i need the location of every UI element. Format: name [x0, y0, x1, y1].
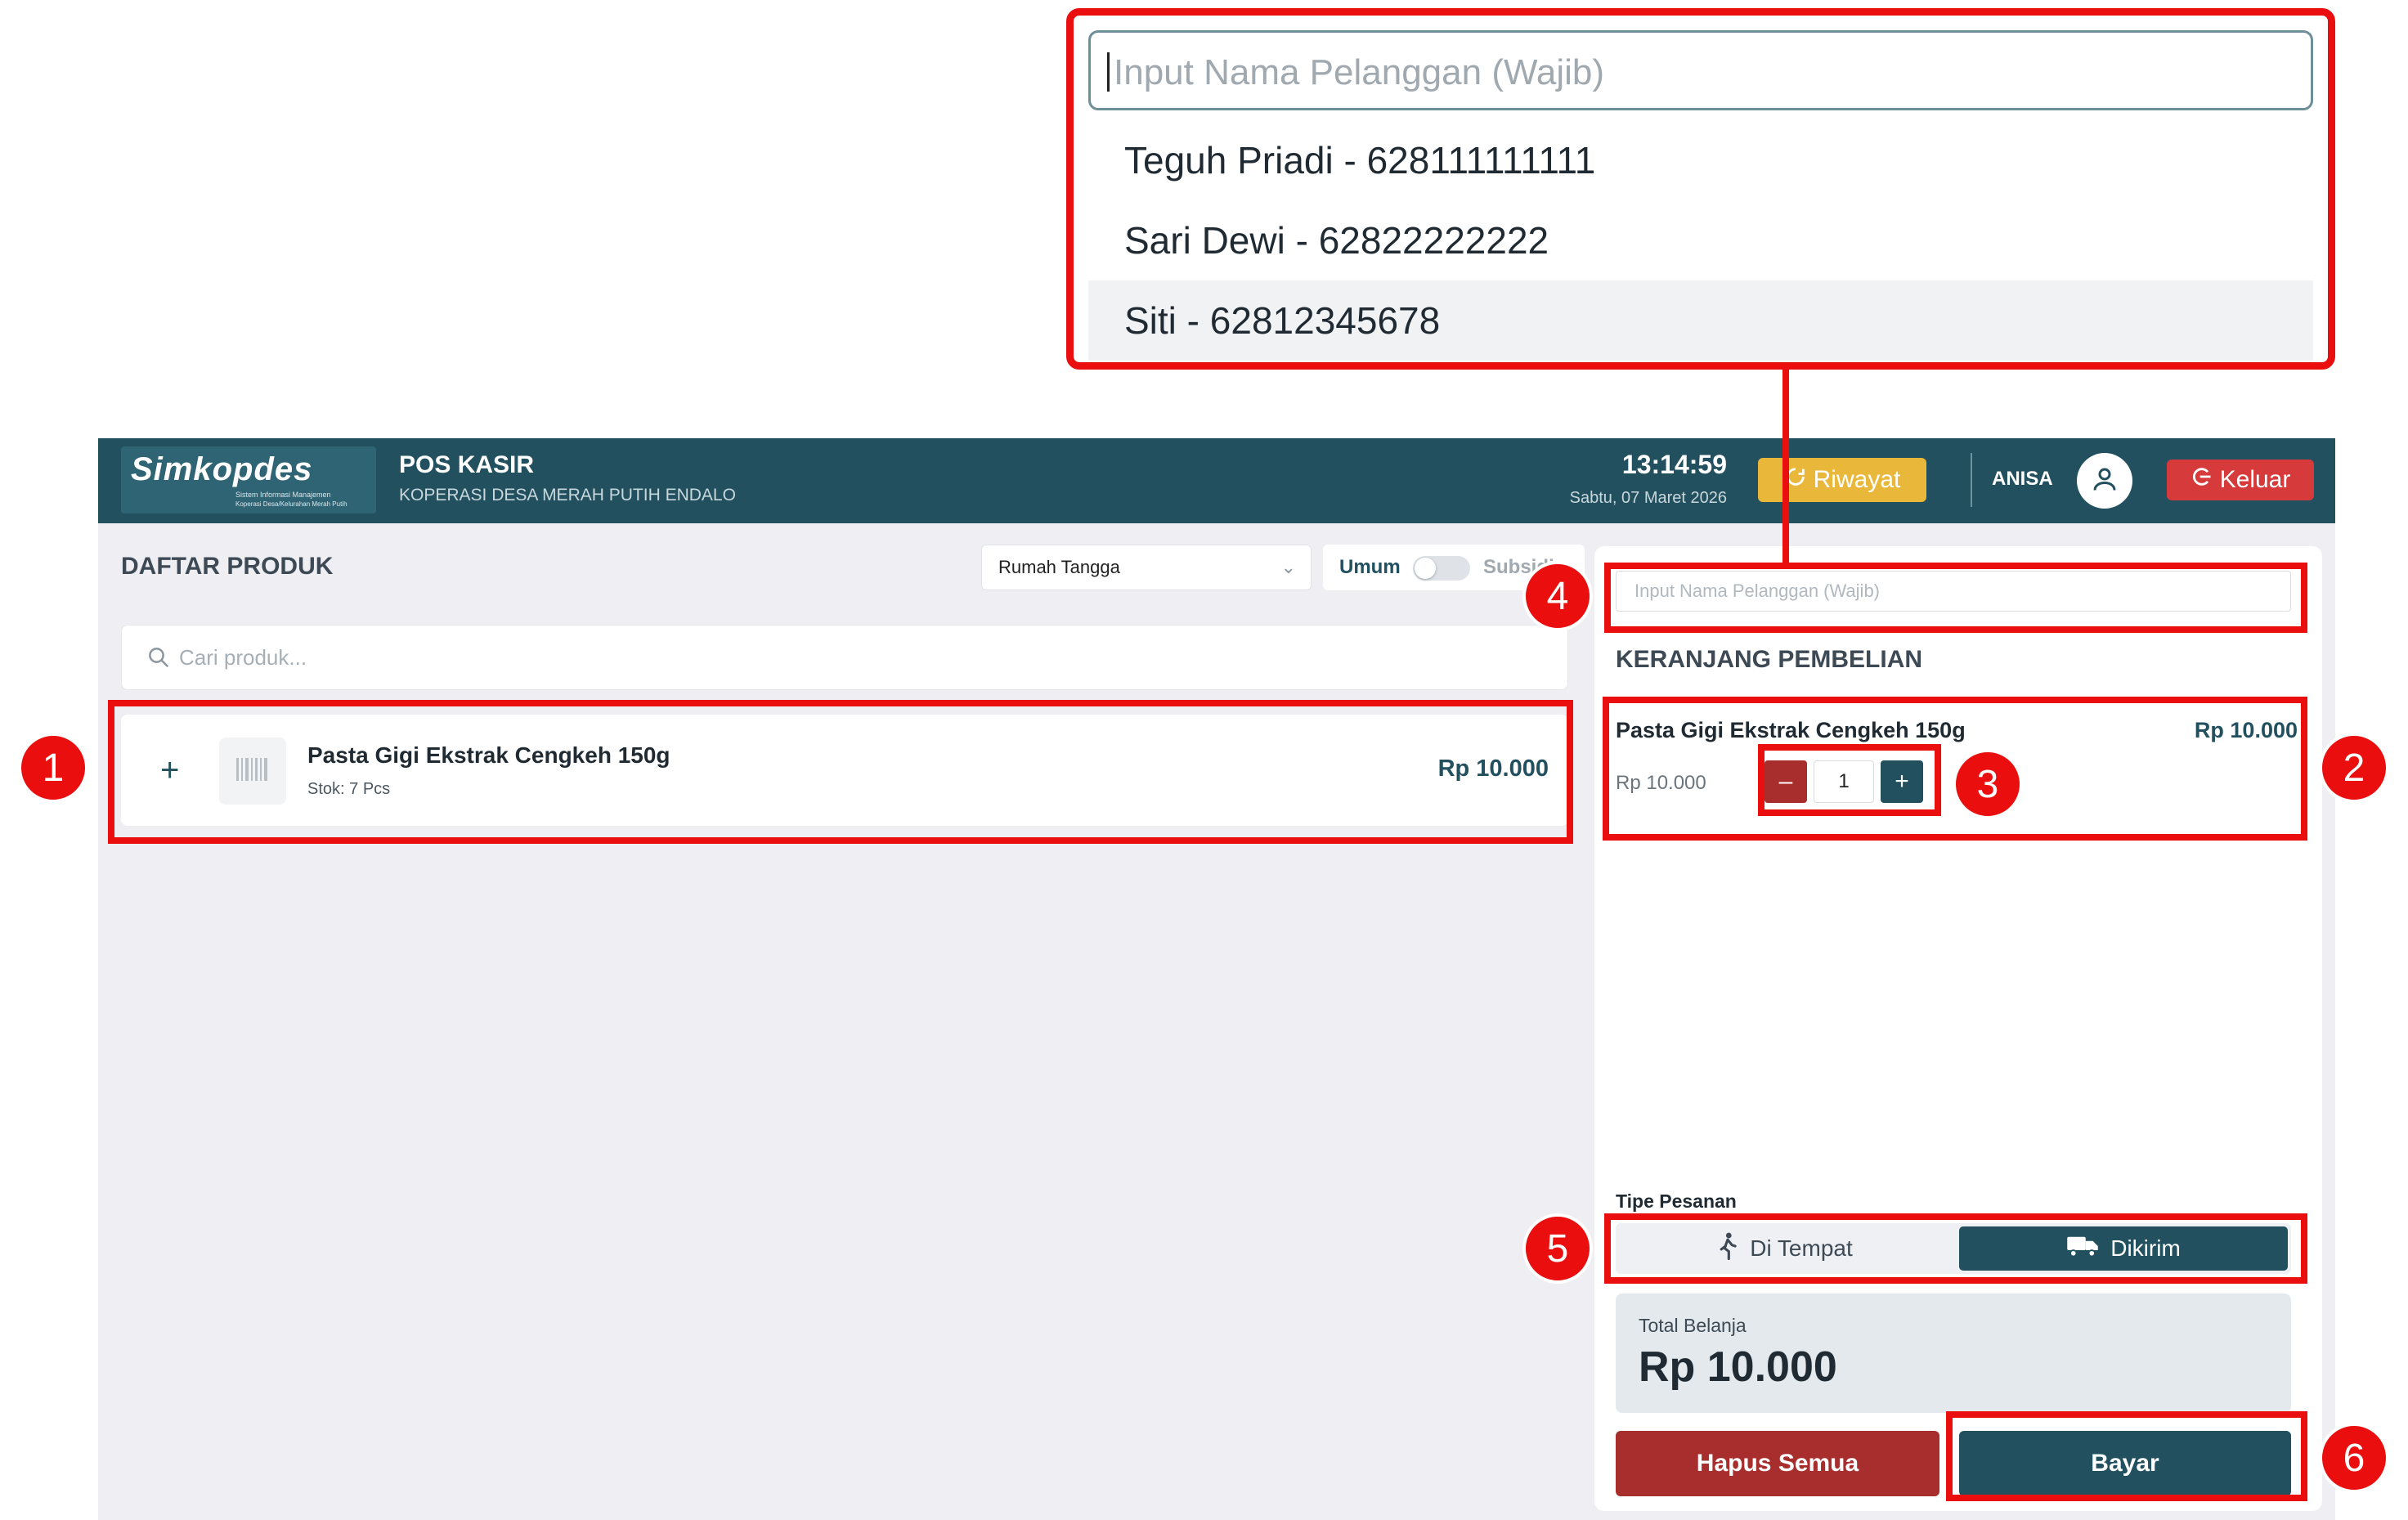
customer-option[interactable]: Sari Dewi - 62822222222	[1088, 200, 2313, 280]
order-type-label: Tipe Pesanan	[1616, 1190, 1737, 1212]
product-stock: Stok: 7 Pcs	[307, 780, 391, 798]
text-caret	[1107, 52, 1110, 92]
chevron-down-icon: ⌄	[1280, 557, 1296, 577]
product-list-title: DAFTAR PRODUK	[121, 553, 334, 580]
avatar[interactable]	[2077, 453, 2132, 509]
total-value: Rp 10.000	[1639, 1343, 1837, 1391]
cart-item-name: Pasta Gigi Ekstrak Cengkeh 150g	[1616, 718, 1966, 742]
plus-icon: +	[1895, 768, 1909, 795]
product-name: Pasta Gigi Ekstrak Cengkeh 150g	[307, 742, 670, 768]
qty-decrease-button[interactable]: –	[1765, 760, 1807, 803]
product-thumbnail	[219, 738, 286, 805]
total-label: Total Belanja	[1639, 1315, 1747, 1336]
logo-subtitle: Sistem Informasi Manajemen	[235, 491, 331, 499]
cart-item-subtotal: Rp 10.000	[2194, 718, 2298, 742]
annotation-badge-4: 4	[1522, 561, 1593, 631]
annotation-badge-5: 5	[1522, 1213, 1593, 1284]
order-type-dine-in[interactable]: Di Tempat	[1616, 1223, 1954, 1274]
barcode-icon	[235, 755, 271, 788]
customer-option[interactable]: Teguh Priadi - 628111111111	[1088, 120, 2313, 200]
qty-increase-button[interactable]: +	[1881, 760, 1923, 803]
clock-time: 13:14:59	[1621, 450, 1727, 479]
clear-all-button[interactable]: Hapus Semua	[1616, 1431, 1939, 1496]
annotation-badge-3: 3	[1953, 749, 2023, 819]
user-name: ANISA	[1992, 468, 2053, 490]
annotation-badge-1: 1	[18, 733, 88, 803]
zoom-customer-input[interactable]: Input Nama Pelanggan (Wajib)	[1088, 30, 2313, 110]
category-selected-value: Rumah Tangga	[998, 557, 1120, 577]
toggle-label-umum: Umum	[1339, 556, 1401, 578]
logo-text: Simkopdes	[131, 451, 313, 487]
logo: Simkopdes Sistem Informasi Manajemen Kop…	[121, 446, 376, 513]
cart-panel: Input Nama Pelanggan (Wajib) KERANJANG P…	[1594, 546, 2322, 1511]
keluar-button[interactable]: Keluar	[2167, 460, 2314, 500]
customer-name-input[interactable]: Input Nama Pelanggan (Wajib)	[1616, 571, 2291, 612]
pos-app: Simkopdes Sistem Informasi Manajemen Kop…	[98, 438, 2335, 1520]
pay-button[interactable]: Bayar	[1959, 1431, 2291, 1496]
annotation-badge-6: 6	[2319, 1423, 2389, 1493]
logo-subtitle-2: Koperasi Desa/Kelurahan Merah Putih	[235, 500, 348, 508]
order-type-delivery[interactable]: Dikirim	[1959, 1226, 2288, 1271]
callout-connector	[1782, 363, 1789, 564]
app-header: Simkopdes Sistem Informasi Manajemen Kop…	[98, 438, 2335, 523]
walking-person-icon	[1717, 1232, 1738, 1266]
product-search-input[interactable]: Cari produk...	[121, 625, 1568, 690]
minus-icon: –	[1778, 768, 1793, 795]
plus-icon[interactable]: +	[160, 752, 179, 789]
product-row[interactable]: + Pasta Gigi Ekstrak Cengkeh 150g Stok: …	[121, 715, 1568, 826]
qty-value[interactable]: 1	[1814, 760, 1874, 803]
annotation-badge-2: 2	[2319, 733, 2389, 803]
search-placeholder: Cari produk...	[179, 645, 307, 670]
customer-input-placeholder: Input Nama Pelanggan (Wajib)	[1634, 581, 1881, 601]
search-icon	[146, 645, 171, 674]
clock-date: Sabtu, 07 Maret 2026	[1569, 489, 1727, 507]
toggle-knob	[1415, 558, 1436, 579]
category-select[interactable]: Rumah Tangga ⌄	[981, 545, 1312, 590]
customer-dropdown-zoom: Input Nama Pelanggan (Wajib) Teguh Priad…	[1066, 8, 2335, 370]
total-box: Total Belanja Rp 10.000	[1616, 1294, 2291, 1413]
customer-option[interactable]: Siti - 62812345678	[1088, 280, 2313, 361]
customer-option-list: Teguh Priadi - 628111111111 Sari Dewi - …	[1088, 120, 2313, 362]
app-subtitle: KOPERASI DESA MERAH PUTIH ENDALO	[399, 486, 736, 504]
cart-title: KERANJANG PEMBELIAN	[1616, 646, 1923, 673]
app-title: POS KASIR	[399, 451, 535, 478]
order-type-dine-in-label: Di Tempat	[1750, 1235, 1853, 1261]
truck-icon	[2066, 1235, 2099, 1263]
order-type-delivery-label: Dikirim	[2110, 1235, 2181, 1261]
header-divider	[1971, 453, 1972, 507]
logout-icon	[2191, 465, 2213, 495]
riwayat-label: Riwayat	[1813, 466, 1901, 493]
zoom-input-placeholder: Input Nama Pelanggan (Wajib)	[1114, 52, 1605, 92]
order-type-group: Di Tempat Dikirim	[1616, 1223, 2291, 1274]
keluar-label: Keluar	[2219, 466, 2291, 493]
user-icon	[2090, 464, 2119, 498]
cart-item-unit-price: Rp 10.000	[1616, 772, 1706, 794]
product-price: Rp 10.000	[1437, 756, 1549, 782]
toggle-switch[interactable]	[1413, 556, 1470, 581]
